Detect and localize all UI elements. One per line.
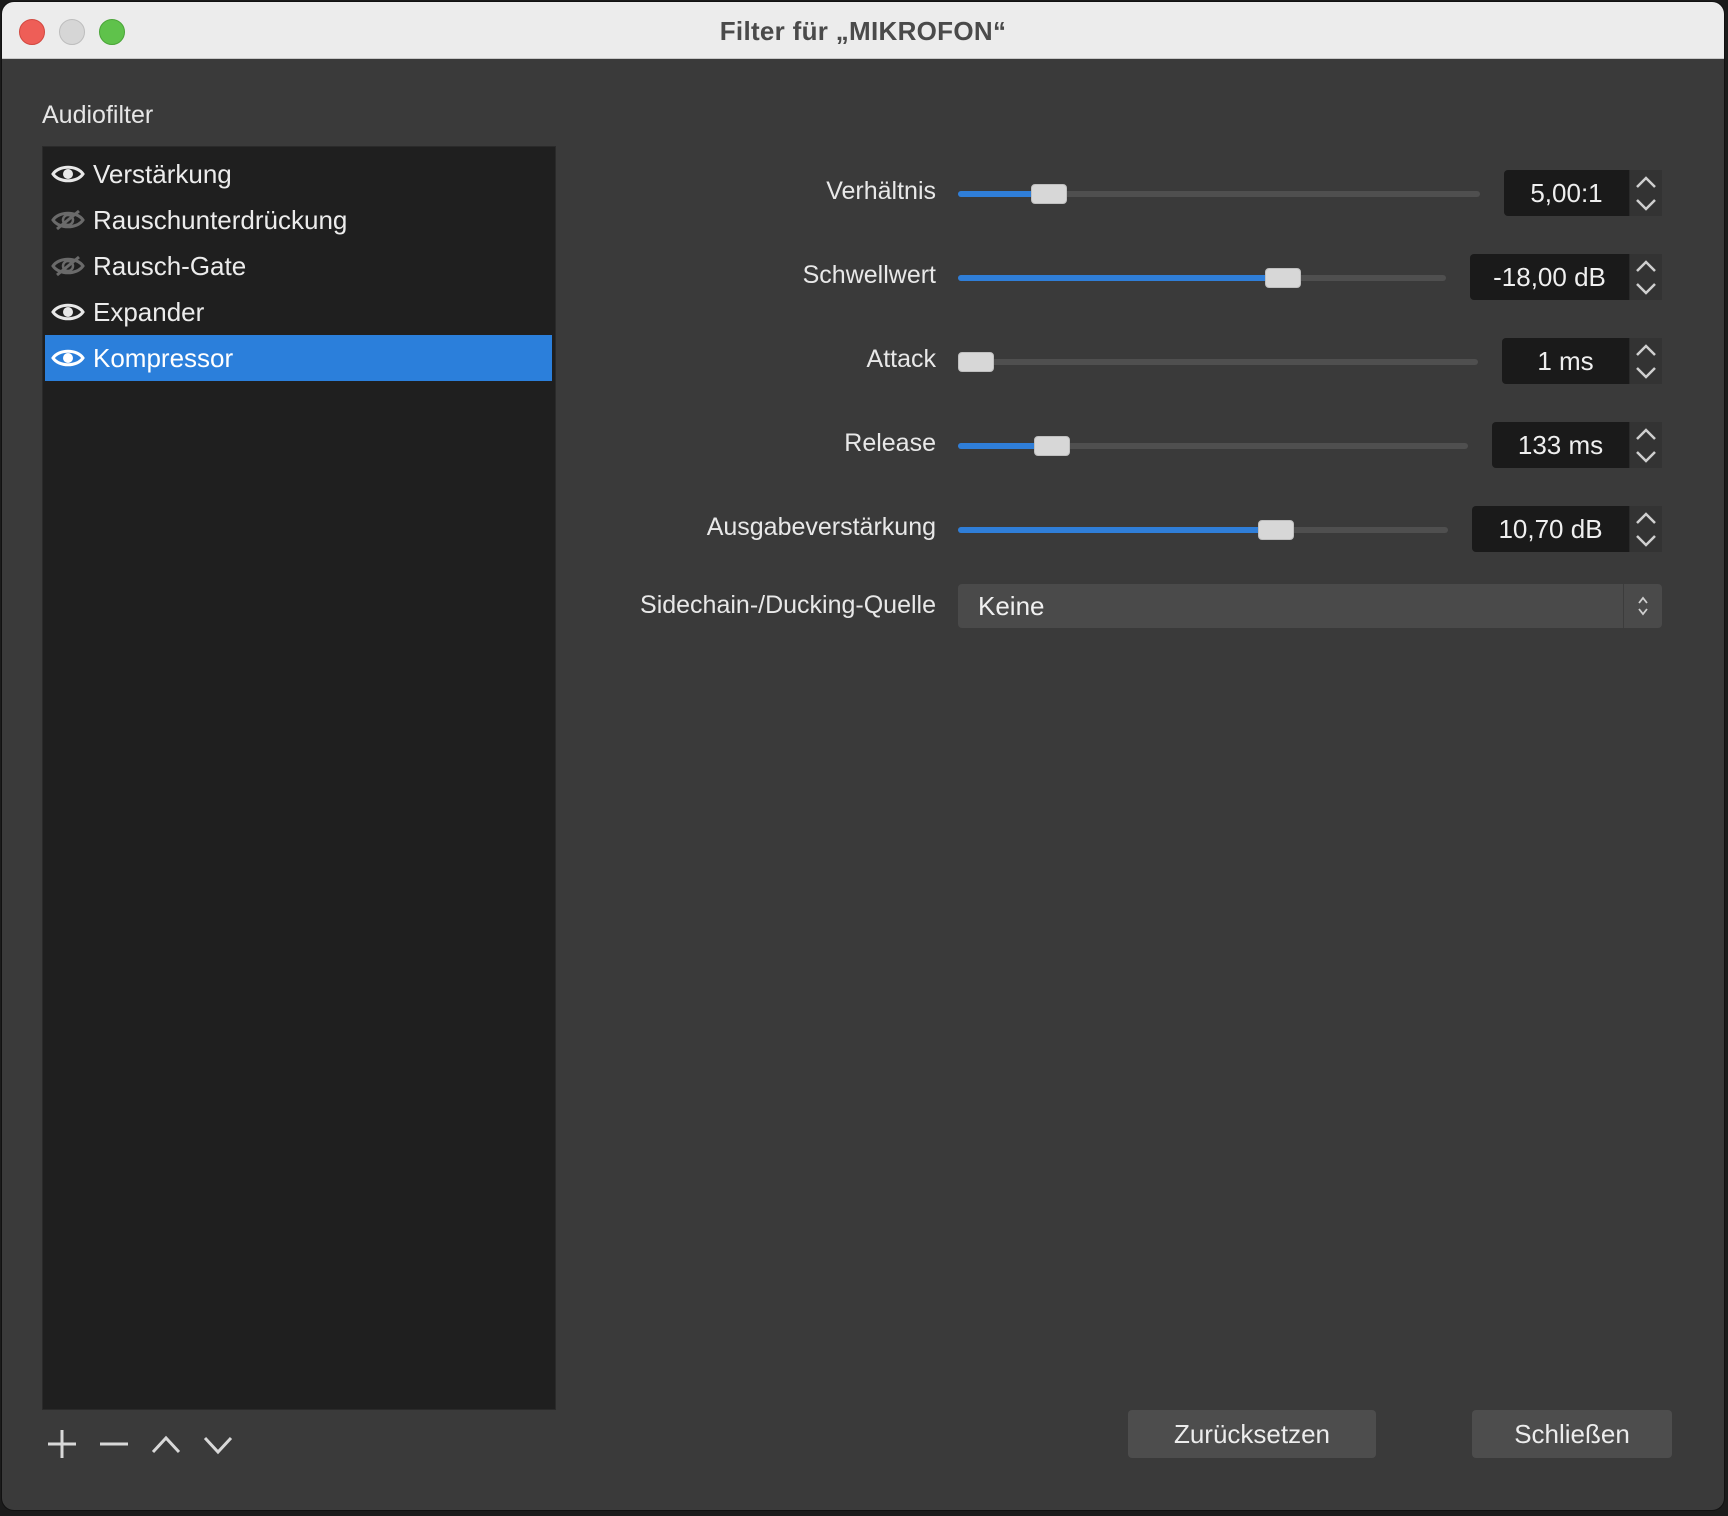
output-gain-increment-button[interactable] — [1630, 506, 1662, 529]
chevron-up-icon — [151, 1435, 181, 1454]
release-decrement-button[interactable] — [1630, 445, 1662, 468]
add-filter-button[interactable] — [46, 1428, 78, 1460]
output-gain-decrement-button[interactable] — [1630, 529, 1662, 552]
eye-slash-icon[interactable] — [51, 209, 85, 231]
plus-icon — [48, 1430, 76, 1458]
select-arrows-icon[interactable] — [1623, 584, 1662, 628]
release-slider-handle[interactable] — [1034, 436, 1070, 456]
eye-icon[interactable] — [51, 301, 85, 323]
remove-filter-button[interactable] — [98, 1428, 130, 1460]
threshold-stepper — [1629, 254, 1662, 300]
title-bar: Filter für „MIKROFON“ — [2, 2, 1724, 59]
output-gain-stepper — [1629, 506, 1662, 552]
attack-decrement-button[interactable] — [1630, 361, 1662, 384]
output-gain-value[interactable]: 10,70 dB — [1472, 506, 1629, 552]
window-title: Filter für „MIKROFON“ — [719, 16, 1007, 46]
release-stepper — [1629, 422, 1662, 468]
filter-item-verstaerkung[interactable]: Verstärkung — [45, 151, 552, 197]
attack-label: Attack — [866, 345, 936, 373]
filter-list[interactable]: Verstärkung Rauschunterdrückung Rausch-G… — [42, 146, 556, 1410]
minus-icon — [100, 1442, 128, 1446]
attack-increment-button[interactable] — [1630, 338, 1662, 361]
close-button[interactable]: Schließen — [1472, 1410, 1672, 1458]
eye-icon[interactable] — [51, 163, 85, 185]
output-gain-spinbox[interactable]: 10,70 dB — [1472, 506, 1662, 552]
chevron-down-icon — [203, 1436, 233, 1455]
chevron-up-icon — [1636, 259, 1656, 272]
threshold-slider[interactable] — [958, 268, 1446, 288]
chevron-down-icon — [1636, 282, 1656, 295]
output-gain-label: Ausgabeverstärkung — [706, 513, 936, 541]
filter-item-label: Rausch-Gate — [93, 250, 247, 281]
chevron-up-icon — [1636, 427, 1656, 440]
eye-slash-icon[interactable] — [51, 255, 85, 277]
filter-item-label: Expander — [93, 296, 205, 327]
filter-item-expander[interactable]: Expander — [45, 289, 552, 335]
ratio-stepper — [1629, 170, 1662, 216]
filter-window: Filter für „MIKROFON“ Audiofilter Verstä… — [2, 2, 1724, 1510]
release-spinbox[interactable]: 133 ms — [1492, 422, 1662, 468]
chevron-down-icon — [1636, 450, 1656, 463]
ratio-value[interactable]: 5,00:1 — [1504, 170, 1629, 216]
move-filter-up-button[interactable] — [150, 1428, 182, 1460]
eye-icon[interactable] — [51, 347, 85, 369]
threshold-slider-fill — [958, 275, 1283, 281]
sidechain-label: Sidechain-/Ducking-Quelle — [640, 591, 936, 619]
threshold-slider-handle[interactable] — [1265, 268, 1301, 288]
attack-slider[interactable] — [958, 352, 1478, 372]
release-slider[interactable] — [958, 436, 1468, 456]
attack-value[interactable]: 1 ms — [1502, 338, 1629, 384]
release-label: Release — [844, 429, 936, 457]
ratio-spinbox[interactable]: 5,00:1 — [1504, 170, 1662, 216]
filter-list-toolbar — [46, 1428, 234, 1460]
threshold-decrement-button[interactable] — [1630, 277, 1662, 300]
filter-item-rausch-gate[interactable]: Rausch-Gate — [45, 243, 552, 289]
release-increment-button[interactable] — [1630, 422, 1662, 445]
sidechain-select[interactable]: Keine — [958, 584, 1662, 628]
attack-spinbox[interactable]: 1 ms — [1502, 338, 1662, 384]
chevron-up-icon — [1636, 343, 1656, 356]
chevron-down-icon — [1636, 534, 1656, 547]
ratio-label: Verhältnis — [826, 177, 936, 205]
filter-item-label: Rauschunterdrückung — [93, 204, 348, 235]
threshold-label: Schwellwert — [802, 261, 936, 289]
attack-stepper — [1629, 338, 1662, 384]
release-value[interactable]: 133 ms — [1492, 422, 1629, 468]
threshold-spinbox[interactable]: -18,00 dB — [1470, 254, 1662, 300]
chevron-up-icon — [1636, 511, 1656, 524]
reset-button[interactable]: Zurücksetzen — [1128, 1410, 1376, 1458]
output-gain-slider-fill — [958, 527, 1276, 533]
threshold-increment-button[interactable] — [1630, 254, 1662, 277]
filter-item-rauschunterdrueckung[interactable]: Rauschunterdrückung — [45, 197, 552, 243]
ratio-decrement-button[interactable] — [1630, 193, 1662, 216]
ratio-slider-handle[interactable] — [1031, 184, 1067, 204]
threshold-value[interactable]: -18,00 dB — [1470, 254, 1629, 300]
ratio-slider[interactable] — [958, 184, 1480, 204]
chevron-down-icon — [1636, 366, 1656, 379]
output-gain-slider-handle[interactable] — [1258, 520, 1294, 540]
audio-filters-label: Audiofilter — [42, 101, 154, 129]
chevron-up-icon — [1636, 175, 1656, 188]
sidechain-value[interactable]: Keine — [958, 591, 1623, 622]
ratio-increment-button[interactable] — [1630, 170, 1662, 193]
filter-item-label: Verstärkung — [93, 158, 232, 189]
output-gain-slider[interactable] — [958, 520, 1448, 540]
attack-slider-handle[interactable] — [958, 352, 994, 372]
filter-item-label: Kompressor — [93, 342, 234, 373]
chevron-down-icon — [1636, 198, 1656, 211]
filter-item-kompressor[interactable]: Kompressor — [45, 335, 552, 381]
move-filter-down-button[interactable] — [202, 1428, 234, 1460]
